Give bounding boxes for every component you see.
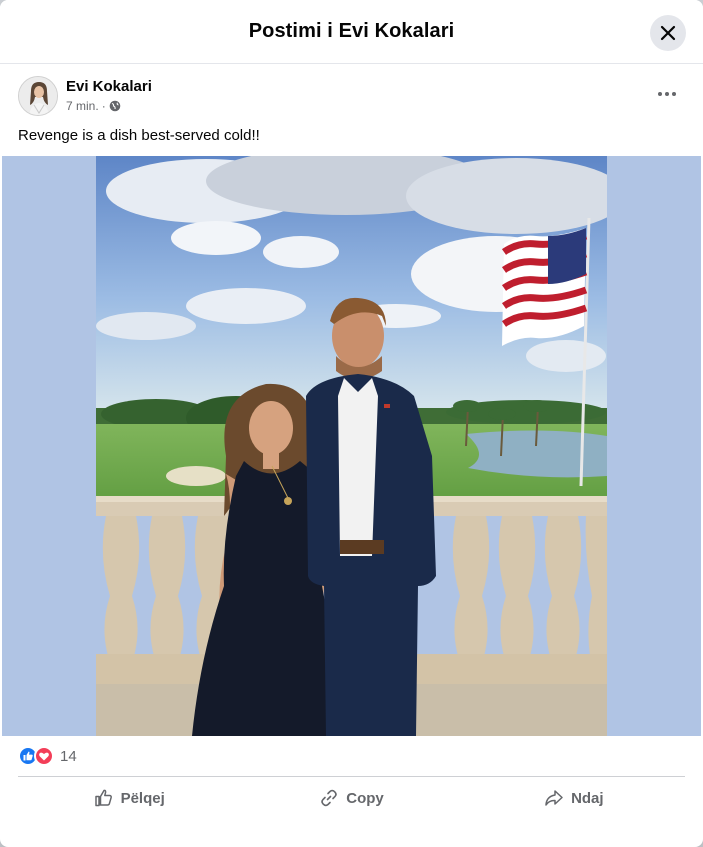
copy-label: Copy (346, 789, 384, 807)
post-modal: Postimi i Evi Kokalari Evi Kokalari 7 mi… (0, 0, 703, 847)
close-icon (660, 25, 676, 41)
reactions-summary[interactable]: 14 (18, 745, 77, 767)
post-header: Evi Kokalari 7 min. · Revenge is a dish … (0, 64, 703, 156)
avatar[interactable] (18, 76, 58, 116)
like-button[interactable]: Pëlqej (18, 780, 240, 816)
like-icon (94, 789, 112, 807)
copy-button[interactable]: Copy (240, 780, 462, 816)
photo-area (2, 156, 701, 736)
love-icon (34, 746, 54, 766)
more-dot (665, 92, 669, 96)
reaction-count: 14 (60, 747, 77, 765)
post-actions: Pëlqej Copy Ndaj (18, 780, 685, 816)
globe-icon (109, 100, 120, 112)
meta-separator: · (101, 99, 106, 113)
more-dot (672, 92, 676, 96)
post-meta: 7 min. · (66, 99, 121, 113)
modal-header: Postimi i Evi Kokalari (0, 0, 703, 64)
share-label: Ndaj (571, 789, 604, 807)
post-caption: Revenge is a dish best-served cold!! (18, 127, 260, 144)
modal-title: Postimi i Evi Kokalari (248, 20, 455, 42)
link-icon (321, 789, 337, 807)
close-button[interactable] (650, 15, 686, 51)
post-time[interactable]: 7 min. (66, 99, 99, 113)
more-options-button[interactable] (653, 84, 681, 104)
post-photo[interactable] (96, 156, 607, 736)
share-icon (545, 790, 563, 806)
more-dot (658, 92, 662, 96)
like-label: Pëlqej (120, 789, 165, 807)
author-name[interactable]: Evi Kokalari (66, 78, 152, 95)
share-button[interactable]: Ndaj (463, 780, 685, 816)
divider (18, 776, 685, 777)
